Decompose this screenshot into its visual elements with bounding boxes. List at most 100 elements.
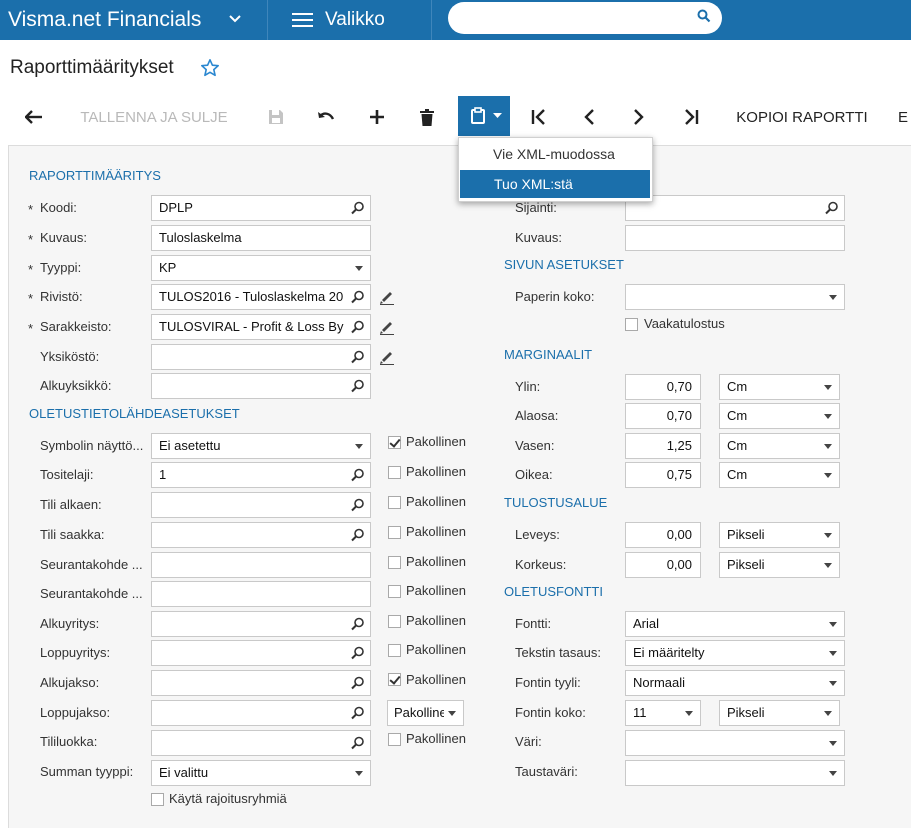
- delete-button[interactable]: [413, 96, 441, 138]
- description-field[interactable]: Tuloslaskelma: [151, 225, 371, 251]
- chevron-down-icon[interactable]: [228, 12, 242, 26]
- period-from-field[interactable]: [151, 670, 371, 696]
- search-icon[interactable]: [824, 200, 840, 216]
- required-checkbox[interactable]: [388, 466, 401, 479]
- font-select[interactable]: Arial: [625, 611, 845, 637]
- menu-item-import-xml[interactable]: Tuo XML:stä: [460, 170, 650, 198]
- menu-item-export-xml[interactable]: Vie XML-muodossa: [459, 140, 652, 168]
- account-to-field[interactable]: [151, 522, 371, 548]
- search-icon[interactable]: [350, 735, 366, 751]
- required-select[interactable]: Pakolline: [387, 700, 464, 726]
- global-search[interactable]: [448, 2, 722, 34]
- default-row-label: Loppujakso:: [40, 705, 111, 720]
- required-checkbox-label: Pakollinen: [406, 583, 466, 598]
- tracking-to-field[interactable]: [151, 581, 371, 607]
- margin-top-unit-select[interactable]: Cm: [719, 374, 840, 400]
- search-icon[interactable]: [350, 319, 366, 335]
- margin-bottom-unit-select[interactable]: Cm: [719, 403, 840, 429]
- margin-right-unit-select[interactable]: Cm: [719, 462, 840, 488]
- undo-button[interactable]: [312, 96, 340, 138]
- font-size-value: 11: [633, 705, 647, 720]
- type-select[interactable]: KP: [151, 255, 371, 281]
- required-checkbox[interactable]: [388, 644, 401, 657]
- amount-type-select[interactable]: Ei valittu: [151, 760, 371, 786]
- paper-size-select[interactable]: [625, 284, 845, 310]
- menu-button[interactable]: Valikko: [284, 0, 394, 40]
- color-select[interactable]: [625, 730, 845, 756]
- margin-left-unit-select[interactable]: Cm: [719, 433, 840, 459]
- required-checkbox[interactable]: [388, 733, 401, 746]
- search-icon[interactable]: [350, 645, 366, 661]
- units-field[interactable]: [151, 344, 371, 370]
- required-checkbox[interactable]: [388, 673, 401, 686]
- landscape-checkbox[interactable]: [625, 318, 638, 331]
- company-from-field[interactable]: [151, 611, 371, 637]
- code-field[interactable]: DPLP: [151, 195, 371, 221]
- copy-report-button[interactable]: KOPIOI RAPORTTI: [726, 96, 878, 138]
- required-checkbox[interactable]: [388, 556, 401, 569]
- previous-record-button[interactable]: [574, 96, 604, 138]
- margin-right-field[interactable]: 0,75: [625, 462, 701, 488]
- font-size-unit-select[interactable]: Pikseli: [719, 700, 840, 726]
- search-icon[interactable]: [350, 349, 366, 365]
- search-icon[interactable]: [350, 705, 366, 721]
- restriction-groups-label: Käytä rajoitusryhmiä: [169, 791, 287, 806]
- period-to-field[interactable]: [151, 700, 371, 726]
- print-height-field[interactable]: 0,00: [625, 552, 701, 578]
- caret-down-icon: [493, 113, 502, 118]
- symbol-display-select[interactable]: Ei asetettu: [151, 433, 371, 459]
- print-width-unit-select[interactable]: Pikseli: [719, 522, 840, 548]
- search-icon[interactable]: [350, 289, 366, 305]
- brand-name[interactable]: Visma.net Financials: [8, 0, 201, 40]
- xml-actions-button[interactable]: [458, 96, 510, 136]
- right-description-field[interactable]: [625, 225, 845, 251]
- favorite-star-icon[interactable]: [200, 58, 220, 78]
- margin-left-field[interactable]: 1,25: [625, 433, 701, 459]
- last-record-button[interactable]: [676, 96, 706, 138]
- add-button[interactable]: [363, 96, 391, 138]
- back-button[interactable]: [20, 96, 48, 138]
- print-width-field[interactable]: 0,00: [625, 522, 701, 548]
- margin-bottom-field[interactable]: 0,70: [625, 403, 701, 429]
- location-field[interactable]: [625, 195, 845, 221]
- search-icon[interactable]: [350, 467, 366, 483]
- print-height-unit-select[interactable]: Pikseli: [719, 552, 840, 578]
- required-checkbox[interactable]: [388, 436, 401, 449]
- start-unit-field[interactable]: [151, 373, 371, 399]
- font-style-label: Fontin tyyli:: [515, 675, 581, 690]
- search-icon[interactable]: [350, 527, 366, 543]
- font-size-select[interactable]: 11: [625, 700, 701, 726]
- save-close-button[interactable]: TALLENNA JA SULJE: [68, 96, 240, 138]
- columns-field[interactable]: TULOSVIRAL - Profit & Loss By: [151, 314, 371, 340]
- background-color-select[interactable]: [625, 760, 845, 786]
- required-checkbox[interactable]: [388, 496, 401, 509]
- default-row-label: Alkujakso:: [40, 675, 100, 690]
- ledger-type-field[interactable]: 1: [151, 462, 371, 488]
- company-to-field[interactable]: [151, 640, 371, 666]
- tracking-from-field[interactable]: [151, 552, 371, 578]
- restriction-groups-checkbox[interactable]: [151, 793, 164, 806]
- account-class-field[interactable]: [151, 730, 371, 756]
- search-icon[interactable]: [697, 9, 711, 23]
- rows-field[interactable]: TULOS2016 - Tuloslaskelma 20: [151, 284, 371, 310]
- save-button[interactable]: [262, 96, 290, 138]
- search-icon[interactable]: [350, 675, 366, 691]
- margin-top-field[interactable]: 0,70: [625, 374, 701, 400]
- next-record-button[interactable]: [624, 96, 654, 138]
- edit-pencil-icon[interactable]: [379, 319, 395, 335]
- account-from-field[interactable]: [151, 492, 371, 518]
- edit-pencil-icon[interactable]: [379, 349, 395, 365]
- search-icon[interactable]: [350, 497, 366, 513]
- search-icon[interactable]: [350, 378, 366, 394]
- font-style-select[interactable]: Normaali: [625, 670, 845, 696]
- search-icon[interactable]: [350, 200, 366, 216]
- required-checkbox[interactable]: [388, 526, 401, 539]
- edit-pencil-icon[interactable]: [379, 289, 395, 305]
- toolbar-overflow-button[interactable]: E: [898, 96, 911, 138]
- required-checkbox[interactable]: [388, 615, 401, 628]
- first-record-button[interactable]: [524, 96, 554, 138]
- required-checkbox[interactable]: [388, 585, 401, 598]
- search-input[interactable]: [462, 8, 682, 28]
- search-icon[interactable]: [350, 616, 366, 632]
- text-align-select[interactable]: Ei määritelty: [625, 640, 845, 666]
